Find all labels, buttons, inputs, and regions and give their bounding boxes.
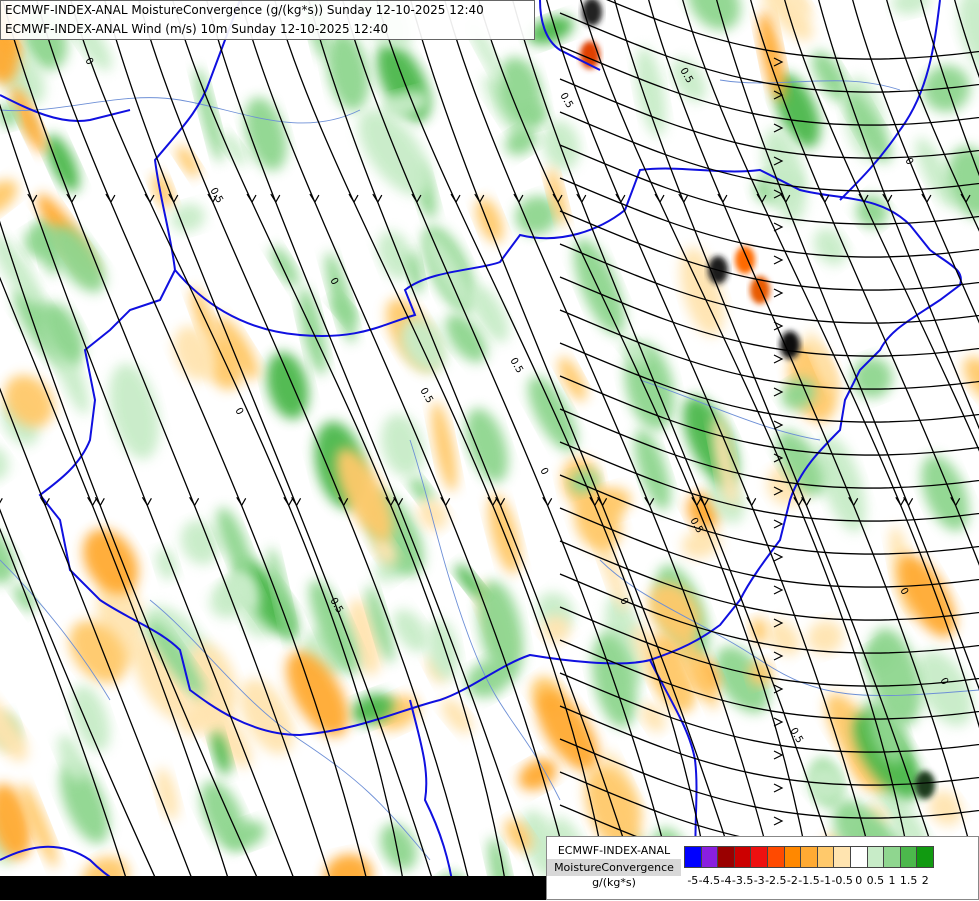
legend-parameter: MoistureConvergence: [547, 859, 681, 876]
legend-tick-label: 1.5: [899, 874, 918, 887]
title-wind: ECMWF-INDEX-ANAL Wind (m/s) 10m Sunday 1…: [5, 22, 389, 36]
legend-tick-label: -0.5: [831, 874, 853, 887]
legend-swatch: [733, 846, 752, 868]
legend-swatch: [717, 846, 735, 868]
field-core: [915, 771, 935, 799]
legend-swatch: [916, 846, 934, 868]
legend-tick-label: -2: [786, 874, 798, 887]
legend-swatch: [800, 846, 818, 868]
legend-swatch: [766, 846, 785, 868]
legend-swatch: [849, 846, 868, 868]
legend-tick-label: 1: [888, 874, 896, 887]
legend-swatch: [783, 846, 802, 868]
title-moisture-convergence: ECMWF-INDEX-ANAL MoistureConvergence (g/…: [5, 3, 484, 17]
legend-tick-label: 2: [921, 874, 929, 887]
color-legend: ECMWF-INDEX-ANAL MoistureConvergence g/(…: [546, 836, 979, 900]
map-title: ECMWF-INDEX-ANAL MoistureConvergence (g/…: [0, 0, 535, 40]
legend-tick-label: -1.5: [798, 874, 820, 887]
legend-tick-label: -3: [753, 874, 765, 887]
legend-text: ECMWF-INDEX-ANAL MoistureConvergence g/(…: [547, 837, 681, 901]
legend-unit: g/(kg*s): [592, 876, 636, 889]
legend-tick-label: -2.5: [765, 874, 787, 887]
weather-map: 00.500.50.500.500.500.500.5 00.50: [0, 0, 979, 900]
legend-swatch: [899, 846, 918, 868]
legend-swatch: [883, 846, 901, 868]
bottom-strip: [0, 876, 548, 900]
legend-tick-label: -1: [820, 874, 832, 887]
legend-tick-label: 0.5: [866, 874, 885, 887]
legend-tick-label: -3.5: [731, 874, 754, 887]
legend-swatch: [684, 846, 702, 868]
legend-swatch: [866, 846, 885, 868]
legend-tick-label: 0: [855, 874, 863, 887]
legend-tick-label: -4.5: [698, 874, 721, 887]
legend-model: ECMWF-INDEX-ANAL: [557, 844, 671, 857]
legend-swatch: [833, 846, 851, 868]
legend-swatch: [700, 846, 719, 868]
legend-swatch: [750, 846, 768, 868]
legend-tick-label: -4: [720, 874, 732, 887]
legend-tick-label: -5: [687, 874, 699, 887]
legend-swatches: [684, 846, 934, 868]
legend-swatch: [816, 846, 835, 868]
